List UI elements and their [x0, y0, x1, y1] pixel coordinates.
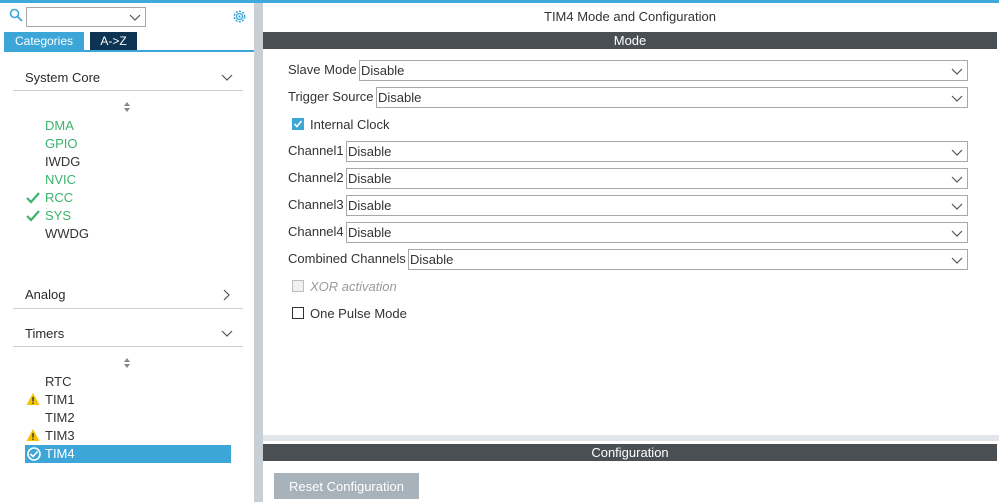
- section-divider: [13, 90, 243, 91]
- list-item-rcc[interactable]: RCC: [45, 189, 73, 207]
- channel2-label: Channel2: [288, 170, 344, 185]
- channel4-select[interactable]: Disable: [346, 222, 968, 243]
- list-item-iwdg[interactable]: IWDG: [45, 153, 80, 171]
- channel4-row: Channel4 Disable: [288, 222, 968, 243]
- slave-mode-select[interactable]: Disable: [359, 60, 968, 81]
- checkbox-unchecked[interactable]: [292, 307, 304, 319]
- combined-channels-label: Combined Channels: [288, 251, 406, 266]
- warning-icon: [26, 429, 40, 441]
- slave-mode-row: Slave Mode Disable: [288, 60, 968, 81]
- section-analog[interactable]: Analog: [25, 287, 245, 307]
- section-analog-title: Analog: [25, 287, 66, 302]
- section-system-core[interactable]: System Core: [25, 70, 245, 90]
- panel-splitter[interactable]: [254, 3, 263, 502]
- section-system-core-title: System Core: [25, 70, 101, 85]
- chevron-down-icon: [951, 176, 963, 183]
- chevron-down-icon[interactable]: [129, 11, 141, 23]
- list-item-tim4-label: TIM4: [45, 446, 75, 461]
- channel2-value: Disable: [348, 171, 392, 186]
- chevron-down-icon: [951, 149, 963, 156]
- chevron-down-icon: [951, 68, 963, 75]
- channel1-label: Channel1: [288, 143, 344, 158]
- section-timers[interactable]: Timers: [25, 326, 245, 346]
- list-item-gpio[interactable]: GPIO: [45, 135, 78, 153]
- list-item-sys[interactable]: SYS: [45, 207, 71, 225]
- main-panel: TIM4 Mode and Configuration Mode Slave M…: [263, 3, 999, 502]
- list-item-tim4-selected[interactable]: TIM4: [25, 445, 231, 463]
- sort-arrows-icon[interactable]: [121, 101, 133, 113]
- chevron-down-icon: [221, 74, 233, 81]
- channel1-value: Disable: [348, 144, 392, 159]
- chevron-down-icon: [221, 330, 233, 337]
- internal-clock-label: Internal Clock: [310, 117, 390, 132]
- trigger-source-select[interactable]: Disable: [376, 87, 968, 108]
- list-item-dma[interactable]: DMA: [45, 117, 74, 135]
- tab-a-to-z[interactable]: A->Z: [90, 32, 137, 51]
- list-item-nvic[interactable]: NVIC: [45, 171, 76, 189]
- configuration-header-bar: Configuration: [263, 444, 997, 461]
- trigger-source-value: Disable: [378, 90, 422, 105]
- mode-header-bar: Mode: [263, 32, 997, 49]
- channel3-select[interactable]: Disable: [346, 195, 968, 216]
- chevron-down-icon: [951, 203, 963, 210]
- sort-arrows-icon[interactable]: [121, 357, 133, 369]
- check-circle-icon: [27, 447, 41, 461]
- chevron-down-icon: [951, 257, 963, 264]
- channel1-row: Channel1 Disable: [288, 141, 968, 162]
- chevron-right-icon: [223, 289, 230, 301]
- list-item-tim1[interactable]: TIM1: [45, 391, 75, 409]
- search-combo-input[interactable]: [26, 7, 146, 27]
- warning-icon: [26, 393, 40, 405]
- channel3-label: Channel3: [288, 197, 344, 212]
- channel2-row: Channel2 Disable: [288, 168, 968, 189]
- checkmark-icon: [293, 120, 303, 128]
- channel2-select[interactable]: Disable: [346, 168, 968, 189]
- reset-configuration-button[interactable]: Reset Configuration: [274, 473, 419, 499]
- checkbox-checked[interactable]: [292, 118, 304, 130]
- channel3-value: Disable: [348, 198, 392, 213]
- chevron-down-icon: [951, 95, 963, 102]
- xor-activation-label: XOR activation: [310, 279, 397, 294]
- search-icon[interactable]: [9, 8, 23, 22]
- combined-channels-value: Disable: [410, 252, 454, 267]
- left-panel: Categories A->Z System Core DMA GPIO IWD…: [0, 3, 254, 502]
- combined-channels-select[interactable]: Disable: [408, 249, 968, 270]
- trigger-source-row: Trigger Source Disable: [288, 87, 968, 108]
- list-item-rtc[interactable]: RTC: [45, 373, 71, 391]
- channel4-value: Disable: [348, 225, 392, 240]
- trigger-source-label: Trigger Source: [288, 89, 374, 104]
- chevron-down-icon: [951, 230, 963, 237]
- section-separator[interactable]: [263, 435, 999, 441]
- tab-categories[interactable]: Categories: [4, 32, 84, 51]
- slave-mode-label: Slave Mode: [288, 62, 357, 77]
- one-pulse-mode-label: One Pulse Mode: [310, 306, 407, 321]
- section-divider: [13, 346, 243, 347]
- tab-underline: [4, 50, 254, 52]
- channel4-label: Channel4: [288, 224, 344, 239]
- combined-channels-row: Combined Channels Disable: [288, 249, 968, 270]
- channel3-row: Channel3 Disable: [288, 195, 968, 216]
- section-timers-title: Timers: [25, 326, 65, 341]
- list-item-wwdg[interactable]: WWDG: [45, 225, 89, 243]
- checkmark-icon: [26, 210, 40, 222]
- channel1-select[interactable]: Disable: [346, 141, 968, 162]
- section-divider: [13, 308, 243, 309]
- list-item-tim2[interactable]: TIM2: [45, 409, 75, 427]
- list-item-tim3[interactable]: TIM3: [45, 427, 75, 445]
- checkbox-disabled: [292, 280, 304, 292]
- checkmark-icon: [26, 192, 40, 204]
- slave-mode-value: Disable: [361, 63, 405, 78]
- page-title: TIM4 Mode and Configuration: [544, 9, 716, 24]
- gear-icon[interactable]: [231, 8, 248, 25]
